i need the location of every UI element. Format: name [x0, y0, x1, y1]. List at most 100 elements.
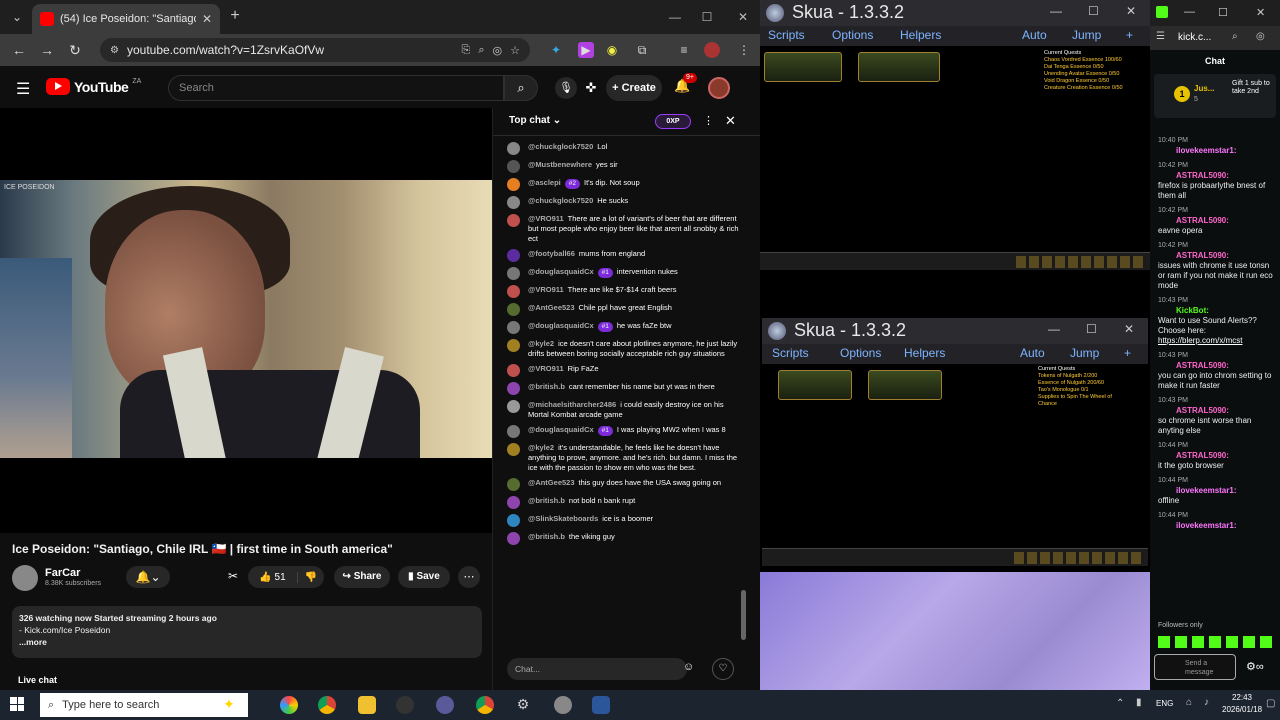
- skua-menu-helpers[interactable]: Helpers: [900, 28, 941, 42]
- chat-author[interactable]: @british.b: [528, 382, 565, 391]
- kick-message[interactable]: 10:40 PM ilovekeemstar1:: [1158, 136, 1276, 156]
- windows-start-icon[interactable]: [10, 697, 24, 711]
- kick-username[interactable]: ASTRAL5090:: [1176, 216, 1229, 225]
- forward-button[interactable]: →: [38, 41, 56, 59]
- chat-message[interactable]: @chuckglock7520 Lol: [507, 142, 739, 155]
- skua-auto[interactable]: Auto: [1020, 346, 1045, 360]
- app-icon[interactable]: [436, 696, 454, 714]
- chat-avatar[interactable]: [507, 303, 520, 316]
- close-tab-icon[interactable]: ✕: [202, 12, 212, 26]
- chat-author[interactable]: @michaelsitharcher2486: [528, 400, 616, 409]
- network-icon[interactable]: ⌂: [1186, 697, 1192, 708]
- skua-jump[interactable]: Jump: [1072, 28, 1101, 42]
- emote-bar[interactable]: [1158, 636, 1276, 648]
- xp-pill[interactable]: 0XP: [655, 114, 691, 129]
- kick-message[interactable]: 10:44 PM ilovekeemstar1:: [1158, 511, 1276, 531]
- chat-author[interactable]: @Mustbenewhere: [528, 160, 592, 169]
- bookmark-star-icon[interactable]: ☆: [510, 44, 520, 57]
- chat-author[interactable]: @british.b: [528, 532, 565, 541]
- chat-avatar[interactable]: [507, 249, 520, 262]
- skua-maximize-button[interactable]: ☐: [1088, 4, 1099, 18]
- kick-message[interactable]: 10:43 PM ASTRAL5090: so chrome isnt worse …: [1158, 396, 1276, 436]
- gamepad-icon[interactable]: ✜: [582, 77, 600, 99]
- new-tab-button[interactable]: +: [226, 7, 244, 25]
- game-action-bar[interactable]: [762, 548, 1148, 566]
- clip-icon[interactable]: ✂: [228, 569, 238, 583]
- skill-slots[interactable]: [1014, 552, 1144, 564]
- skua-menu-scripts[interactable]: Scripts: [772, 346, 809, 360]
- kick-minimize-button[interactable]: —: [1184, 6, 1195, 18]
- chat-input[interactable]: Chat...: [507, 658, 687, 680]
- skua-minimize-button[interactable]: —: [1050, 4, 1062, 18]
- chat-message[interactable]: @douglasquaidCx #1 he was faZe btw: [507, 321, 739, 334]
- chat-message[interactable]: @british.b the viking guy: [507, 532, 739, 545]
- chat-avatar[interactable]: [507, 443, 520, 456]
- settings-gear-icon[interactable]: ⚙: [514, 696, 532, 714]
- chat-author[interactable]: @VRO911: [528, 214, 564, 223]
- chat-author[interactable]: @kyle2: [528, 443, 554, 452]
- address-bar[interactable]: ⚙ youtube.com/watch?v=1ZsrvKaOfVw ⎘ ⌕ ◎ …: [100, 38, 530, 62]
- language-indicator[interactable]: ENG: [1156, 699, 1173, 708]
- kick-maximize-button[interactable]: ☐: [1218, 6, 1228, 19]
- site-info-icon[interactable]: ⚙: [110, 45, 119, 56]
- skua-add-icon[interactable]: +: [1126, 28, 1133, 42]
- chat-more-icon[interactable]: ⋮: [703, 114, 714, 127]
- chat-avatar[interactable]: [507, 364, 520, 377]
- kick-close-button[interactable]: ✕: [1256, 6, 1265, 19]
- chat-message[interactable]: @AntGee523 Chile ppl have great English: [507, 303, 739, 316]
- chat-author[interactable]: @SlinkSkateboards: [528, 514, 598, 523]
- skua-close-button[interactable]: ✕: [1126, 4, 1136, 18]
- chat-avatar[interactable]: [507, 382, 520, 395]
- chat-author[interactable]: @AntGee523: [528, 303, 575, 312]
- kick-username[interactable]: ilovekeemstar1:: [1176, 521, 1236, 530]
- copilot-icon[interactable]: [280, 696, 298, 714]
- chat-author[interactable]: @chuckglock7520: [528, 142, 593, 151]
- chat-scrollbar-thumb[interactable]: [741, 590, 746, 640]
- kick-message[interactable]: 10:42 PM ASTRAL5090: issues with chrome it…: [1158, 241, 1276, 291]
- chat-message[interactable]: @asclepi #2 It's dip. Not soup: [507, 178, 739, 191]
- kick-pinned-gift[interactable]: 1 Jus... 5 Gift 1 sub to take 2nd: [1154, 74, 1276, 118]
- chat-avatar[interactable]: [507, 267, 520, 280]
- kick-message[interactable]: 10:44 PM ilovekeemstar1: offline: [1158, 476, 1276, 506]
- chat-avatar[interactable]: [507, 214, 520, 227]
- chat-message[interactable]: @kyle2 ice doesn't care about plotlines a…: [507, 339, 739, 359]
- zoom-icon[interactable]: ⌕: [1232, 31, 1238, 42]
- channel-name[interactable]: FarCar: [45, 567, 80, 579]
- youtube-logo[interactable]: YouTube ZA: [46, 78, 141, 95]
- chat-author[interactable]: @douglasquaidCx: [528, 267, 594, 276]
- chat-author[interactable]: @douglasquaidCx: [528, 425, 594, 434]
- subscribed-button[interactable]: 🔔⌄: [126, 566, 170, 588]
- kick-message[interactable]: 10:44 PM ASTRAL5090: it the goto browser: [1158, 441, 1276, 471]
- file-explorer-icon[interactable]: [358, 696, 376, 714]
- chat-avatar[interactable]: [507, 196, 520, 209]
- chat-author[interactable]: @british.b: [528, 496, 565, 505]
- like-button[interactable]: 👍 51: [248, 571, 298, 583]
- chat-author[interactable]: @AntGee523: [528, 478, 575, 487]
- chat-avatar[interactable]: [507, 478, 520, 491]
- chat-avatar[interactable]: [507, 400, 520, 413]
- taskbar-clock[interactable]: 22:43 2026/01/18: [1222, 692, 1262, 716]
- kick-username[interactable]: KickBot:: [1176, 306, 1209, 315]
- browser-tab[interactable]: (54) Ice Poseidon: "Santiago ✕: [32, 4, 220, 34]
- extension-3-icon[interactable]: ◉: [604, 42, 620, 58]
- video-frame[interactable]: ICE POSEIDON: [0, 180, 492, 458]
- chat-message[interactable]: @VRO911 Rip FaZe: [507, 364, 739, 377]
- chat-message[interactable]: @SlinkSkateboards ice is a boomer: [507, 514, 739, 527]
- kick-menu-icon[interactable]: ☰: [1156, 31, 1165, 42]
- chat-avatar[interactable]: [507, 285, 520, 298]
- kick-username[interactable]: ilovekeemstar1:: [1176, 486, 1236, 495]
- chat-author[interactable]: @douglasquaidCx: [528, 321, 594, 330]
- reload-button[interactable]: ↻: [66, 41, 84, 59]
- kick-url[interactable]: kick.c...: [1178, 32, 1211, 43]
- skua-close-button[interactable]: ✕: [1124, 322, 1134, 336]
- chat-avatar[interactable]: [507, 142, 520, 155]
- word-icon[interactable]: [592, 696, 610, 714]
- chat-message[interactable]: @douglasquaidCx #1 I was playing MW2 when …: [507, 425, 739, 438]
- taskbar-search-input[interactable]: ⌕ Type here to search: [40, 693, 248, 717]
- kick-send-icon[interactable]: ⚙∞: [1246, 660, 1264, 673]
- chrome-menu-icon[interactable]: ⋮: [736, 42, 752, 58]
- kick-message[interactable]: 10:42 PM ASTRAL5090: firefox is probaarlyt…: [1158, 161, 1276, 201]
- chat-message[interactable]: @british.b cant remember his name but yt …: [507, 382, 739, 395]
- skua-menu-scripts[interactable]: Scripts: [768, 28, 805, 42]
- zoom-icon[interactable]: ⌕: [478, 44, 484, 57]
